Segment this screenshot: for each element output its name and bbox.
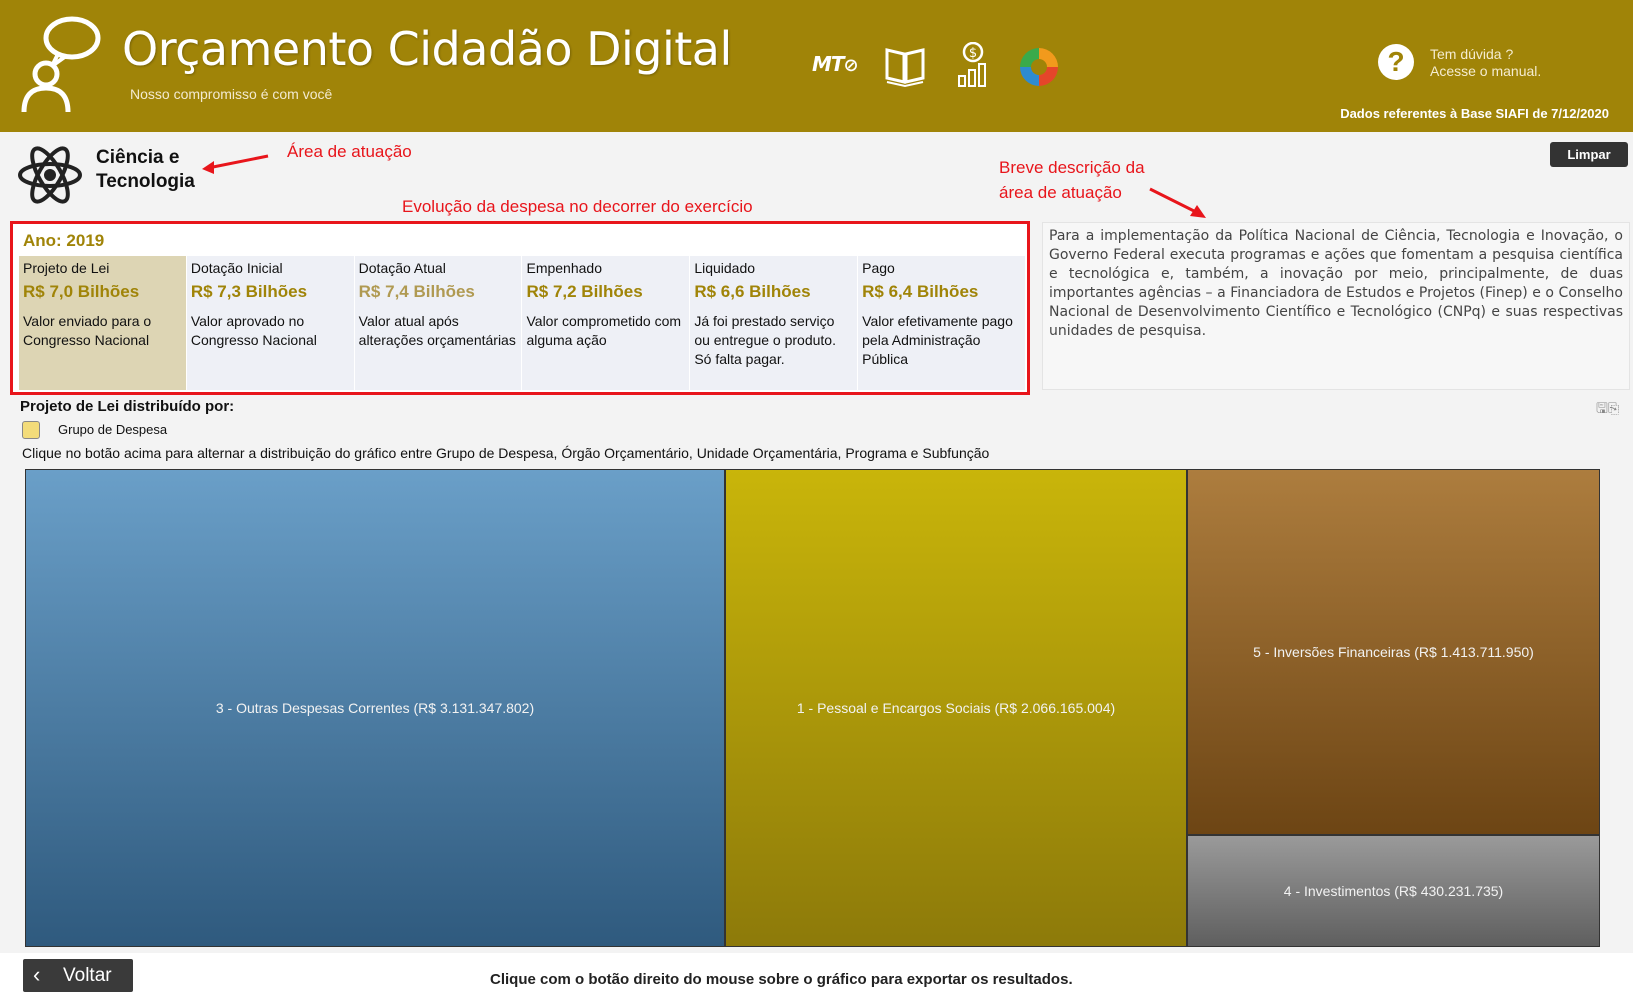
citizen-logo-icon — [21, 16, 101, 113]
annotation-evolution: Evolução da despesa no decorrer do exerc… — [402, 197, 753, 216]
year-label: Ano: 2019 — [23, 231, 105, 250]
treemap-tile-investimentos[interactable]: 4 - Investimentos (R$ 430.231.735) — [1187, 835, 1600, 947]
stage-value: R$ 7,2 Bilhões — [526, 282, 643, 301]
app-subtitle: Nosso compromisso é com você — [130, 86, 333, 102]
stage-dotacao-atual[interactable]: Dotação Atual R$ 7,4 Bilhões Valor atual… — [354, 256, 522, 390]
area-title: Ciência e Tecnologia — [96, 147, 195, 192]
stage-desc: Valor enviado para o Congresso Nacional — [23, 313, 152, 348]
stage-projeto-de-lei[interactable]: Projeto de Lei R$ 7,0 Bilhões Valor envi… — [19, 256, 186, 390]
stage-name: Liquidado — [694, 260, 756, 276]
stage-desc: Valor atual após alterações orçamentária… — [358, 313, 516, 348]
area-description-box: Para a implementação da Política Naciona… — [1042, 222, 1630, 390]
atom-icon — [18, 146, 82, 204]
stage-desc: Valor efetivamente pago pela Administraç… — [862, 313, 1013, 367]
help-icon[interactable]: ? — [1378, 44, 1414, 80]
stage-desc: Valor comprometido com alguma ação — [526, 313, 682, 348]
stage-liquidado[interactable]: Liquidado R$ 6,6 Bilhões Já foi prestado… — [690, 256, 858, 390]
stage-value: R$ 7,4 Bilhões — [358, 282, 475, 301]
tile-label: 5 - Inversões Financeiras (R$ 1.413.711.… — [1253, 644, 1534, 660]
stage-value: R$ 7,0 Bilhões — [23, 282, 140, 301]
annotation-description-1: Breve descrição da — [999, 158, 1145, 177]
help-line1: Tem dúvida ? — [1430, 46, 1514, 62]
annotation-arrow-description — [1149, 187, 1206, 218]
year-summary-box: Ano: 2019 Projeto de Lei R$ 7,0 Bilhões … — [10, 221, 1030, 395]
stage-dotacao-inicial[interactable]: Dotação Inicial R$ 7,3 Bilhões Valor apr… — [186, 256, 354, 390]
stage-desc: Valor aprovado no Congresso Nacional — [190, 313, 317, 348]
money-chart-icon[interactable]: $ — [956, 42, 988, 88]
export-note: Clique com o botão direito do mouse sobr… — [490, 971, 1073, 988]
clear-button[interactable]: Limpar — [1550, 142, 1628, 167]
area-description: Para a implementação da Política Naciona… — [1049, 228, 1623, 339]
help-link[interactable]: Tem dúvida ? Acesse o manual. — [1430, 46, 1541, 80]
tile-label: 1 - Pessoal e Encargos Sociais (R$ 2.066… — [796, 700, 1116, 716]
stage-value: R$ 6,4 Bilhões — [862, 282, 979, 301]
stage-desc: Já foi prestado serviço ou entregue o pr… — [694, 313, 836, 367]
annotation-arrow-area — [202, 154, 269, 174]
stage-name: Projeto de Lei — [23, 260, 110, 276]
stage-empenhado[interactable]: Empenhado R$ 7,2 Bilhões Valor compromet… — [522, 256, 690, 390]
toggle-distribution-icon[interactable] — [22, 421, 40, 439]
stage-name: Empenhado — [526, 260, 602, 276]
chevron-left-icon: ‹ — [33, 962, 41, 987]
export-icons[interactable]: 🖫⎘ — [1596, 398, 1619, 422]
treemap-tile-outras-despesas[interactable]: 3 - Outras Despesas Correntes (R$ 3.131.… — [25, 469, 725, 947]
expense-treemap[interactable]: 3 - Outras Despesas Correntes (R$ 3.131.… — [25, 469, 1600, 947]
back-label: Voltar — [63, 965, 112, 986]
treemap-tile-inversoes[interactable]: 5 - Inversões Financeiras (R$ 1.413.711.… — [1187, 469, 1600, 835]
stage-name: Dotação Atual — [358, 260, 446, 276]
toggle-distribution-label[interactable]: Grupo de Despesa — [58, 422, 167, 437]
tile-label: 4 - Investimentos (R$ 430.231.735) — [1283, 883, 1504, 899]
app-header: Orçamento Cidadão Digital Nosso compromi… — [0, 0, 1633, 132]
stages-row: Projeto de Lei R$ 7,0 Bilhões Valor envi… — [19, 256, 1025, 390]
svg-text:$: $ — [969, 46, 977, 61]
treemap-tile-pessoal[interactable]: 1 - Pessoal e Encargos Sociais (R$ 2.066… — [725, 469, 1187, 947]
stage-name: Dotação Inicial — [190, 260, 283, 276]
stage-value: R$ 7,3 Bilhões — [190, 282, 308, 301]
distribution-hint: Clique no botão acima para alternar a di… — [22, 445, 990, 461]
mt-logo-text: MT — [812, 52, 845, 76]
excel-export-icon[interactable]: ⎘ — [1608, 400, 1619, 416]
mt-logo-icon[interactable]: MT⊘ — [812, 52, 859, 98]
colorful-logo-icon[interactable] — [1018, 44, 1060, 90]
help-line2: Acesse o manual. — [1430, 63, 1542, 79]
annotation-area: Área de atuação — [287, 142, 412, 161]
annotation-description-2: área de atuação — [999, 183, 1122, 202]
siafi-date: Dados referentes à Base SIAFI de 7/12/20… — [1340, 106, 1609, 121]
app-title: Orçamento Cidadão Digital — [122, 22, 732, 76]
distribution-title: Projeto de Lei distribuído por: — [20, 398, 235, 415]
stage-value: R$ 6,6 Bilhões — [694, 282, 811, 301]
save-icon[interactable]: 🖫 — [1596, 400, 1608, 416]
back-button[interactable]: ‹ Voltar — [23, 959, 133, 992]
stage-pago[interactable]: Pago R$ 6,4 Bilhões Valor efetivamente p… — [858, 256, 1025, 390]
stage-name: Pago — [862, 260, 895, 276]
tile-label: 3 - Outras Despesas Correntes (R$ 3.131.… — [215, 700, 535, 716]
book-icon[interactable] — [884, 42, 926, 88]
